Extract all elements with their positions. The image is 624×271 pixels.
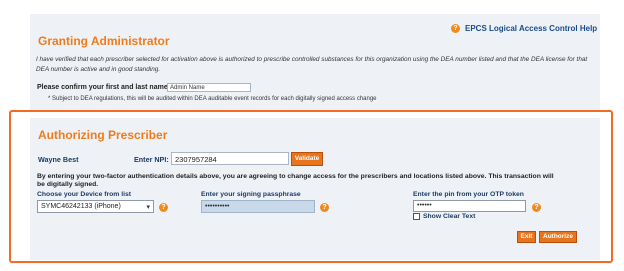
help-link[interactable]: EPCS Logical Access Control Help [465,24,597,33]
device-selected-value: SYMC46242133 (iPhone) [41,203,121,210]
dea-audit-note: * Subject to DEA regulations, this will … [48,96,377,102]
show-clear-text-label: Show Clear Text [423,213,476,220]
passphrase-help-icon[interactable]: ? [320,203,329,212]
passphrase-label: Enter your signing passphrase [201,191,301,198]
pin-help-icon[interactable]: ? [532,203,541,212]
verification-statement: I have verified that each prescriber sel… [36,56,588,73]
admin-name-input[interactable]: Admin Name [167,83,251,92]
chevron-down-icon: ▾ [146,204,150,211]
authorizing-title: Authorizing Prescriber [38,128,168,142]
exit-button[interactable]: Exit [517,231,536,243]
passphrase-input[interactable]: •••••••••• [201,200,315,213]
prescriber-name: Wayne Best [38,155,79,164]
confirm-name-label: Please confirm your first and last name: [37,84,171,91]
device-select[interactable]: SYMC46242133 (iPhone) ▾ [37,200,154,213]
help-icon[interactable]: ? [451,24,460,33]
npi-input[interactable]: 2307957284 [171,152,289,165]
device-label: Choose your Device from list [37,191,132,198]
agreement-text: By entering your two-factor authenticati… [37,173,554,188]
npi-label: Enter NPI: [134,155,169,164]
authorize-button[interactable]: Authorize [539,231,577,243]
pin-label: Enter the pin from your OTP token [413,191,524,198]
otp-pin-input[interactable]: •••••• [413,200,526,212]
device-help-icon[interactable]: ? [159,203,168,212]
granting-title: Granting Administrator [38,34,170,48]
validate-button[interactable]: Validate [291,152,323,166]
show-clear-text-checkbox[interactable] [413,213,420,220]
